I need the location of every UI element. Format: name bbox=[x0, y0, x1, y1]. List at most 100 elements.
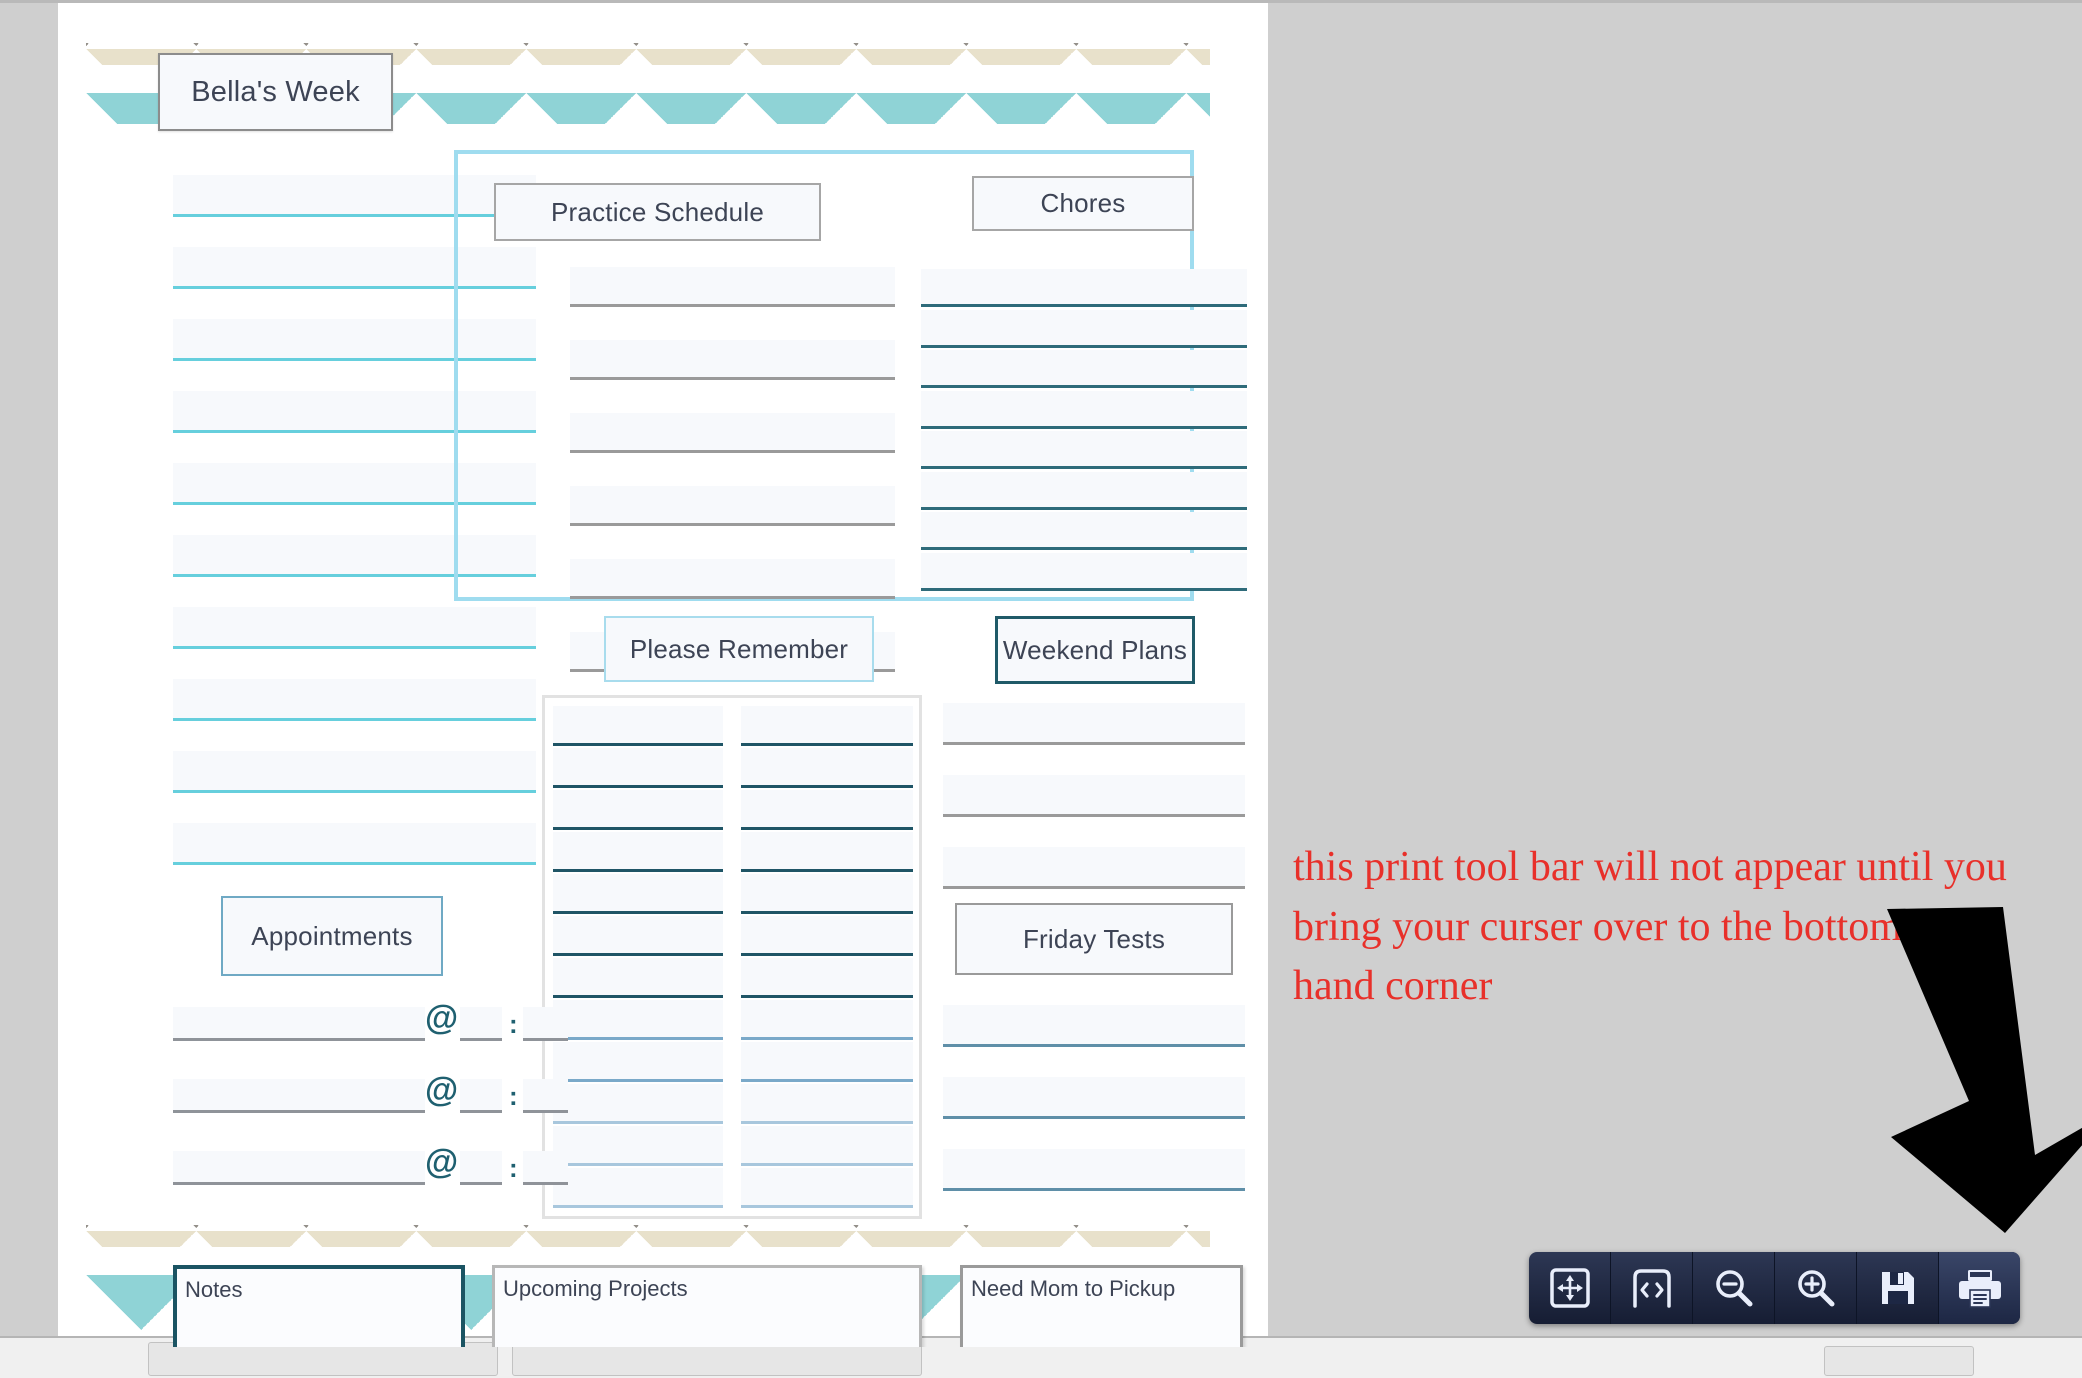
appointment-row: @: bbox=[173, 999, 568, 1041]
ruled-line bbox=[741, 1084, 913, 1124]
appointments-header: Appointments bbox=[221, 896, 443, 976]
appointment-hour-field bbox=[460, 1007, 502, 1041]
appointments-label: Appointments bbox=[251, 920, 413, 951]
print-button[interactable] bbox=[1939, 1252, 2020, 1324]
ruled-line bbox=[741, 748, 913, 788]
bottom-bar-control-b[interactable] bbox=[512, 1342, 922, 1376]
at-symbol: @ bbox=[425, 1143, 459, 1181]
weekend-plans-header: Weekend Plans bbox=[995, 616, 1195, 684]
annotation-text: this print tool bar will not appear unti… bbox=[1293, 844, 2007, 1010]
ruled-line bbox=[741, 1042, 913, 1082]
chores-header: Chores bbox=[972, 176, 1194, 231]
bottom-bar-control-a[interactable] bbox=[148, 1342, 498, 1376]
ruled-line bbox=[553, 706, 723, 746]
ruled-line bbox=[943, 775, 1245, 817]
practice-schedule-header: Practice Schedule bbox=[494, 183, 821, 241]
colon-symbol: : bbox=[509, 1153, 518, 1183]
bottom-bar-control-c[interactable] bbox=[1824, 1346, 1974, 1376]
appointment-hour-field bbox=[460, 1151, 502, 1185]
ruled-line bbox=[173, 823, 536, 865]
fit-page-icon bbox=[1549, 1268, 1590, 1308]
ruled-line bbox=[553, 874, 723, 914]
ruled-line bbox=[553, 1084, 723, 1124]
print-toolbar[interactable] bbox=[1529, 1252, 2020, 1324]
ruled-line bbox=[570, 413, 895, 453]
weekend-plans-label: Weekend Plans bbox=[1002, 634, 1188, 665]
ruled-line bbox=[570, 340, 895, 380]
ruled-line bbox=[741, 1168, 913, 1208]
ruled-line bbox=[741, 790, 913, 830]
ruled-line bbox=[943, 847, 1245, 889]
viewer-left-gutter bbox=[0, 3, 58, 1337]
ruled-line bbox=[921, 269, 1247, 307]
ruled-line bbox=[173, 679, 536, 721]
ruled-line bbox=[741, 706, 913, 746]
ruled-line bbox=[741, 832, 913, 872]
ruled-line bbox=[553, 1000, 723, 1040]
ruled-line bbox=[553, 832, 723, 872]
ruled-line bbox=[921, 309, 1247, 348]
appointment-name-field bbox=[173, 1079, 425, 1113]
page-width-icon bbox=[1632, 1269, 1671, 1308]
zoom-in-button[interactable] bbox=[1775, 1252, 1857, 1324]
please-remember-box bbox=[542, 695, 922, 1219]
ruled-line bbox=[553, 790, 723, 830]
appointment-minute-field bbox=[523, 1079, 568, 1113]
document-page: Bella's Week Practice Schedule Chores Pl… bbox=[58, 3, 1268, 1347]
need-mom-to-pickup-label: Need Mom to Pickup bbox=[971, 1276, 1176, 1301]
page-title-text: Bella's Week bbox=[191, 75, 360, 108]
fit-page-button[interactable] bbox=[1529, 1252, 1611, 1324]
colon-symbol: : bbox=[509, 1009, 518, 1039]
zoom-in-icon bbox=[1797, 1270, 1834, 1307]
ruled-line bbox=[943, 1149, 1245, 1191]
need-mom-to-pickup-box: Need Mom to Pickup bbox=[960, 1265, 1243, 1347]
friday-tests-header: Friday Tests bbox=[955, 903, 1233, 975]
appointment-minute-field bbox=[523, 1151, 568, 1185]
upcoming-projects-box: Upcoming Projects bbox=[492, 1265, 922, 1347]
colon-symbol: : bbox=[509, 1081, 518, 1111]
ruled-line bbox=[943, 1077, 1245, 1119]
notes-box: Notes bbox=[173, 1265, 465, 1347]
page-title: Bella's Week bbox=[158, 53, 393, 131]
ruled-line bbox=[173, 607, 536, 649]
ruled-line bbox=[921, 512, 1247, 550]
at-symbol: @ bbox=[425, 1071, 459, 1109]
please-remember-header: Please Remember bbox=[604, 616, 874, 682]
print-icon bbox=[1958, 1270, 2001, 1308]
save-floppy-icon bbox=[1881, 1272, 1914, 1304]
ruled-line bbox=[921, 471, 1247, 510]
ruled-line bbox=[921, 431, 1247, 469]
appointment-minute-field bbox=[523, 1007, 568, 1041]
appointment-hour-field bbox=[460, 1079, 502, 1113]
ruled-line bbox=[570, 486, 895, 526]
appointment-row: @: bbox=[173, 1143, 568, 1185]
chores-label: Chores bbox=[1040, 188, 1126, 218]
save-button[interactable] bbox=[1857, 1252, 1939, 1324]
ruled-line bbox=[943, 1005, 1245, 1047]
appointment-row: @: bbox=[173, 1071, 568, 1113]
appointment-name-field bbox=[173, 1151, 425, 1185]
notes-box-label: Notes bbox=[185, 1277, 243, 1302]
ruled-line bbox=[921, 390, 1247, 429]
ruled-line bbox=[741, 958, 913, 998]
appointment-name-field bbox=[173, 1007, 425, 1041]
practice-schedule-label: Practice Schedule bbox=[551, 196, 764, 227]
ruled-line bbox=[553, 916, 723, 956]
ruled-line bbox=[921, 552, 1247, 591]
ruled-line bbox=[553, 1042, 723, 1082]
page-width-button[interactable] bbox=[1611, 1252, 1693, 1324]
ruled-line bbox=[553, 1126, 723, 1166]
ruled-line bbox=[553, 1168, 723, 1208]
ruled-line bbox=[570, 267, 895, 307]
zoom-out-icon bbox=[1715, 1270, 1752, 1307]
upcoming-projects-label: Upcoming Projects bbox=[503, 1276, 688, 1301]
ruled-line bbox=[921, 350, 1247, 388]
friday-tests-label: Friday Tests bbox=[1022, 923, 1166, 954]
ruled-line bbox=[741, 916, 913, 956]
ruled-line bbox=[741, 874, 913, 914]
ruled-line bbox=[553, 748, 723, 788]
ruled-line bbox=[553, 958, 723, 998]
ruled-line bbox=[741, 1000, 913, 1040]
ruled-line bbox=[173, 751, 536, 793]
zoom-out-button[interactable] bbox=[1693, 1252, 1775, 1324]
